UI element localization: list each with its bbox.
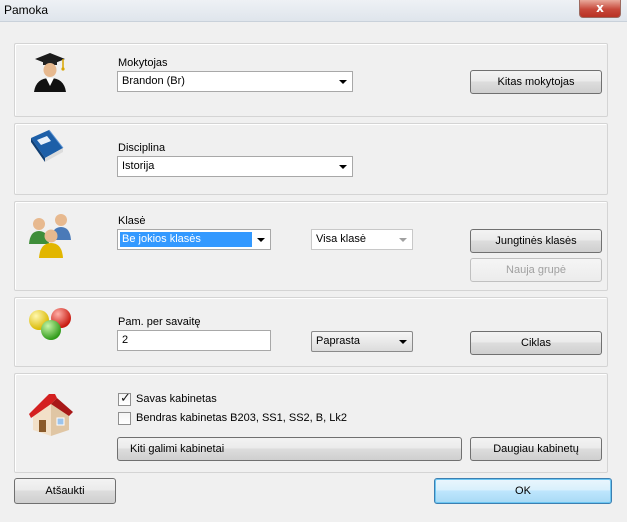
class-label: Klasė xyxy=(118,215,146,227)
checkmark-icon: ✓ xyxy=(120,391,131,406)
lesson-type-value: Paprasta xyxy=(316,335,361,347)
per-week-panel: Pam. per savaitę Paprasta Ciklas xyxy=(14,297,608,367)
joint-classes-button[interactable]: Jungtinės klasės xyxy=(470,229,602,253)
discipline-select-value: Istorija xyxy=(122,160,155,172)
window-title: Pamoka xyxy=(4,3,49,17)
own-room-label: Savas kabinetas xyxy=(136,393,217,405)
teacher-label: Mokytojas xyxy=(118,57,168,69)
per-week-field[interactable] xyxy=(117,330,271,351)
shared-room-checkbox[interactable] xyxy=(118,412,131,425)
teacher-select[interactable]: Brandon (Br) xyxy=(117,71,353,92)
close-button[interactable]: x xyxy=(579,0,621,18)
rooms-panel: ✓ Savas kabinetas Bendras kabinetas B203… xyxy=(14,373,608,473)
new-group-button[interactable]: Nauja grupė xyxy=(470,258,602,282)
more-rooms-button[interactable]: Daugiau kabinetų xyxy=(470,437,602,461)
class-select-value: Be jokios klasės xyxy=(122,233,201,245)
cycles-button[interactable]: Ciklas xyxy=(470,331,602,355)
other-rooms-button[interactable]: Kiti galimi kabinetai xyxy=(117,437,462,461)
chevron-down-icon xyxy=(399,340,407,344)
class-select[interactable]: Be jokios klasės xyxy=(117,229,271,250)
discipline-label: Disciplina xyxy=(118,142,166,154)
lesson-type-select[interactable]: Paprasta xyxy=(311,331,413,352)
ok-button[interactable]: OK xyxy=(434,478,612,504)
close-icon: x xyxy=(596,1,604,15)
other-teacher-button[interactable]: Kitas mokytojas xyxy=(470,70,602,94)
class-group-value: Visa klasė xyxy=(316,233,366,245)
graduate-icon xyxy=(34,53,66,92)
chevron-down-icon xyxy=(257,238,265,242)
cancel-button[interactable]: Atšaukti xyxy=(14,478,116,504)
shared-room-label: Bendras kabinetas B203, SS1, SS2, B, Lk2 xyxy=(136,412,347,424)
chevron-down-icon xyxy=(339,80,347,84)
chevron-down-icon xyxy=(399,238,407,242)
people-icon xyxy=(29,214,71,258)
balls-icon xyxy=(29,308,71,340)
teacher-panel: Mokytojas Brandon (Br) Kitas mokytojas xyxy=(14,43,608,117)
lesson-dialog: Pamoka x Mokytojas Brandon (Br) Kitas mo… xyxy=(0,0,627,522)
title-bar[interactable]: Pamoka x xyxy=(0,0,627,22)
per-week-input[interactable] xyxy=(122,334,262,346)
class-group-select[interactable]: Visa klasė xyxy=(311,229,413,250)
class-panel: Klasė Be jokios klasės Visa klasė Jungti… xyxy=(14,201,608,291)
discipline-select[interactable]: Istorija xyxy=(117,156,353,177)
own-room-checkbox[interactable]: ✓ xyxy=(118,391,131,406)
class-select-selection: Be jokios klasės xyxy=(120,232,252,247)
house-icon xyxy=(29,394,73,436)
discipline-panel: Disciplina Istorija xyxy=(14,123,608,195)
book-icon xyxy=(31,129,64,162)
chevron-down-icon xyxy=(339,165,347,169)
teacher-select-value: Brandon (Br) xyxy=(122,75,185,87)
per-week-label: Pam. per savaitę xyxy=(118,316,201,328)
